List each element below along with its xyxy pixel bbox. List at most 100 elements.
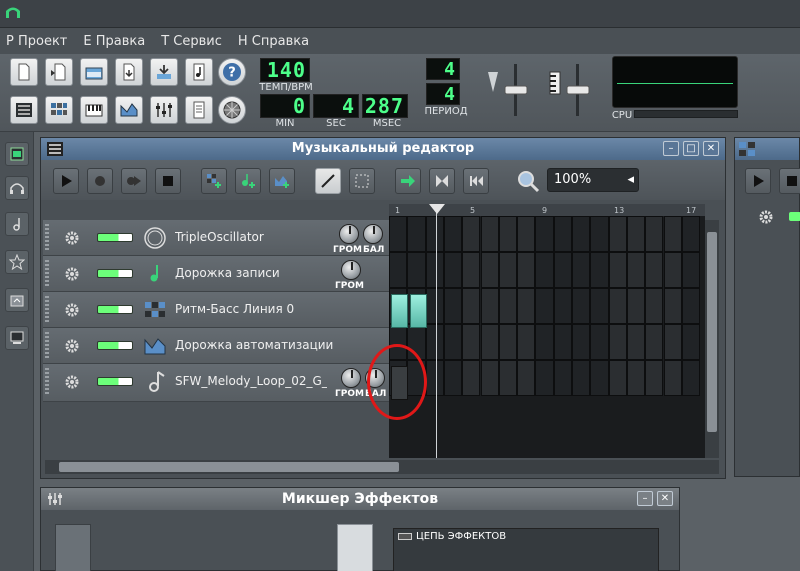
- gear-icon[interactable]: [63, 301, 81, 319]
- stop-behavior-button[interactable]: [463, 168, 489, 194]
- grid-cell[interactable]: [553, 252, 572, 288]
- grid-cell[interactable]: [608, 324, 627, 360]
- drag-handle[interactable]: [45, 368, 49, 396]
- drag-handle[interactable]: [45, 332, 49, 360]
- grid-cell[interactable]: [407, 216, 426, 252]
- grid-cell[interactable]: [645, 252, 664, 288]
- grid-cell[interactable]: [681, 216, 701, 252]
- grid-cell[interactable]: [645, 360, 664, 396]
- mixer-minimize-button[interactable]: –: [637, 491, 653, 506]
- mute-toggle[interactable]: [97, 305, 133, 314]
- grid-cell[interactable]: [626, 252, 646, 288]
- menu-help[interactable]: Н Справка: [238, 34, 309, 49]
- controller-rack-button[interactable]: [218, 96, 246, 124]
- track-row[interactable]: TripleOscillator ГРОМ БАЛ: [43, 220, 389, 256]
- volume-knob[interactable]: [341, 368, 361, 388]
- grid-cell[interactable]: [626, 360, 646, 396]
- grid-cell[interactable]: [553, 288, 572, 324]
- grid-cell[interactable]: [517, 252, 536, 288]
- track-row[interactable]: Ритм-Басс Линия 0: [43, 292, 389, 328]
- grid-cell[interactable]: [425, 216, 444, 252]
- grid-cell[interactable]: [517, 324, 536, 360]
- track-row[interactable]: SFW_Melody_Loop_02_G_ ГРОМ БАЛ: [43, 364, 389, 402]
- sidebar-projects[interactable]: [5, 176, 29, 200]
- grid-cell[interactable]: [535, 252, 554, 288]
- effects-chain-toggle[interactable]: [398, 533, 412, 540]
- grid-cell[interactable]: [517, 216, 536, 252]
- tempo-display[interactable]: 140: [260, 58, 310, 82]
- grid-cell[interactable]: [425, 252, 444, 288]
- mute-toggle[interactable]: [97, 377, 133, 386]
- bb-stop-button[interactable]: [779, 168, 800, 194]
- grid-cell[interactable]: [572, 216, 591, 252]
- fx-mixer-button[interactable]: [150, 96, 178, 124]
- grid-cell[interactable]: [663, 216, 682, 252]
- grid-cell[interactable]: [480, 252, 499, 288]
- grid-cell[interactable]: [517, 288, 536, 324]
- grid-cell[interactable]: [645, 324, 664, 360]
- grid-cell[interactable]: [443, 252, 463, 288]
- sidebar-presets[interactable]: [5, 250, 29, 274]
- grid-cell[interactable]: [681, 288, 701, 324]
- grid-cell[interactable]: [572, 288, 591, 324]
- grid-cell[interactable]: [535, 216, 554, 252]
- mute-toggle[interactable]: [97, 341, 133, 350]
- bb-play-button[interactable]: [745, 168, 771, 194]
- grid-cell[interactable]: [480, 324, 499, 360]
- grid-cell[interactable]: [626, 288, 646, 324]
- play-button[interactable]: [53, 168, 79, 194]
- grid-cell[interactable]: [553, 216, 572, 252]
- menu-project[interactable]: Р Проект: [6, 34, 67, 49]
- sidebar-instruments[interactable]: [5, 142, 29, 166]
- track-name[interactable]: Дорожка автоматизации: [175, 338, 345, 352]
- grid-cell[interactable]: [407, 252, 426, 288]
- beat-pattern-block[interactable]: [410, 294, 427, 328]
- grid-cell[interactable]: [590, 324, 609, 360]
- track-row[interactable]: Дорожка записи ГРОМ: [43, 256, 389, 292]
- drag-handle[interactable]: [45, 260, 49, 288]
- track-name[interactable]: Ритм-Басс Линия 0: [175, 302, 325, 316]
- new-from-template-button[interactable]: [45, 58, 73, 86]
- loop-points-button[interactable]: [429, 168, 455, 194]
- beat-pattern-block[interactable]: [391, 294, 408, 328]
- grid-cell[interactable]: [535, 360, 554, 396]
- grid-cell[interactable]: [626, 216, 646, 252]
- menu-edit[interactable]: Е Правка: [83, 34, 145, 49]
- grid-cell[interactable]: [462, 324, 481, 360]
- zoom-combobox[interactable]: 100% ◂: [547, 168, 639, 192]
- time-sig-denominator[interactable]: 4: [426, 83, 460, 105]
- add-automation-track-button[interactable]: [269, 168, 295, 194]
- grid-cell[interactable]: [608, 252, 627, 288]
- grid-cell[interactable]: [626, 324, 646, 360]
- grid-cell[interactable]: [681, 360, 701, 396]
- horizontal-scrollbar[interactable]: [45, 460, 719, 474]
- grid-cell[interactable]: [553, 360, 572, 396]
- mute-toggle[interactable]: [789, 212, 800, 221]
- add-sample-track-button[interactable]: [235, 168, 261, 194]
- maximize-button[interactable]: □: [683, 141, 699, 156]
- grid-cell[interactable]: [462, 216, 481, 252]
- grid-cell[interactable]: [443, 360, 463, 396]
- grid-cell[interactable]: [553, 324, 572, 360]
- beat-bass-editor-button[interactable]: [45, 96, 73, 124]
- grid-cell[interactable]: [425, 288, 444, 324]
- grid-cell[interactable]: [425, 360, 444, 396]
- grid-cell[interactable]: [480, 360, 499, 396]
- grid-cell[interactable]: [572, 360, 591, 396]
- grid-cell[interactable]: [517, 360, 536, 396]
- grid-cell[interactable]: [663, 252, 682, 288]
- grid-cell[interactable]: [443, 216, 463, 252]
- mute-toggle[interactable]: [97, 269, 133, 278]
- record-button[interactable]: [87, 168, 113, 194]
- master-channel-strip[interactable]: [55, 524, 91, 571]
- grid-cell[interactable]: [645, 288, 664, 324]
- grid-cell[interactable]: [462, 288, 481, 324]
- grid-cell[interactable]: [590, 360, 609, 396]
- stop-button[interactable]: [155, 168, 181, 194]
- new-project-button[interactable]: [10, 58, 38, 86]
- save-project-button[interactable]: [150, 58, 178, 86]
- gear-icon[interactable]: [63, 337, 81, 355]
- grid-cell[interactable]: [480, 288, 499, 324]
- pan-knob[interactable]: [363, 224, 383, 244]
- auto-scroll-button[interactable]: [395, 168, 421, 194]
